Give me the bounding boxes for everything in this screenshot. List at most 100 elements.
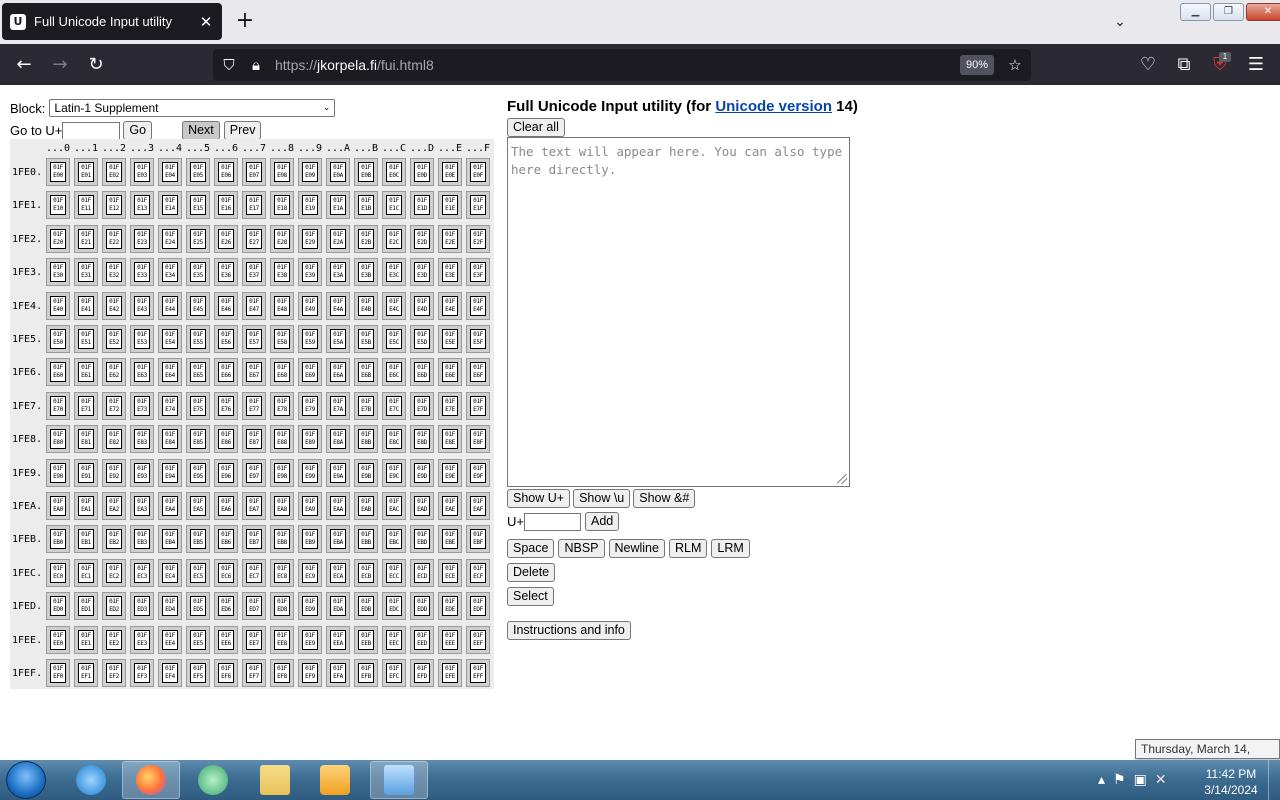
char-cell[interactable]: 01F EBC [382, 525, 406, 554]
char-cell[interactable]: 01F E24 [158, 224, 182, 253]
char-cell[interactable]: 01F E5B [354, 325, 378, 353]
char-cell[interactable]: 01F EAE [438, 492, 462, 520]
show-hidden-icons-icon[interactable]: ▴ [1098, 772, 1105, 788]
char-cell[interactable]: 01F EA2 [102, 492, 126, 520]
char-cell[interactable]: 01F EDD [410, 592, 434, 621]
char-cell[interactable]: 01F E1F [466, 191, 490, 220]
char-cell[interactable]: 01F EF1 [74, 659, 98, 687]
char-cell[interactable]: 01F EC0 [46, 558, 70, 587]
char-cell[interactable]: 01F E59 [298, 325, 322, 353]
char-cell[interactable]: 01F E16 [214, 191, 238, 220]
char-cell[interactable]: 01F E4C [382, 291, 406, 320]
char-cell[interactable]: 01F E94 [158, 458, 182, 487]
char-cell[interactable]: 01F EA4 [158, 492, 182, 520]
char-cell[interactable]: 01F E63 [130, 358, 154, 387]
char-cell[interactable]: 01F E40 [46, 291, 70, 320]
char-cell[interactable]: 01F EF2 [102, 659, 126, 687]
menu-icon[interactable]: ☰ [1242, 51, 1270, 79]
char-cell[interactable]: 01F E07 [242, 158, 266, 186]
char-cell[interactable]: 01F EDC [382, 592, 406, 621]
char-cell[interactable]: 01F E66 [214, 358, 238, 387]
taskbar-app-ie[interactable] [62, 761, 120, 799]
char-cell[interactable]: 01F E46 [214, 291, 238, 320]
char-cell[interactable]: 01F E8A [326, 425, 350, 454]
space-button[interactable]: Space [507, 539, 555, 558]
go-button[interactable]: Go [123, 121, 153, 140]
clear-all-button[interactable]: Clear all [507, 118, 565, 137]
char-cell[interactable]: 01F E8F [466, 425, 490, 454]
char-cell[interactable]: 01F EEB [354, 625, 378, 654]
char-cell[interactable]: 01F E14 [158, 191, 182, 220]
nbsp-button[interactable]: NBSP [558, 539, 605, 558]
show-backslash-u-button[interactable]: Show \u [573, 489, 631, 508]
char-cell[interactable]: 01F E7C [382, 391, 406, 420]
char-cell[interactable]: 01F E71 [74, 391, 98, 420]
char-cell[interactable]: 01F EBB [354, 525, 378, 554]
char-cell[interactable]: 01F EDA [326, 592, 350, 621]
char-cell[interactable]: 01F E8B [354, 425, 378, 454]
char-cell[interactable]: 01F E45 [186, 291, 210, 320]
char-cell[interactable]: 01F EC6 [214, 558, 238, 587]
char-cell[interactable]: 01F EF5 [186, 659, 210, 687]
char-cell[interactable]: 01F E8D [410, 425, 434, 454]
close-window-icon[interactable]: ✕ [1246, 3, 1280, 21]
char-cell[interactable]: 01F E11 [74, 191, 98, 220]
char-cell[interactable]: 01F EC9 [298, 558, 322, 587]
char-cell[interactable]: 01F ED1 [74, 592, 98, 621]
char-cell[interactable]: 01F E9D [410, 458, 434, 487]
char-cell[interactable]: 01F E92 [102, 458, 126, 487]
char-cell[interactable]: 01F E49 [298, 291, 322, 320]
char-cell[interactable]: 01F EE9 [298, 625, 322, 654]
char-cell[interactable]: 01F E90 [46, 458, 70, 487]
char-cell[interactable]: 01F E5C [382, 325, 406, 353]
lrm-button[interactable]: LRM [711, 539, 750, 558]
char-cell[interactable]: 01F EAC [382, 492, 406, 520]
rlm-button[interactable]: RLM [668, 539, 708, 558]
char-cell[interactable]: 01F E5A [326, 325, 350, 353]
char-cell[interactable]: 01F EA0 [46, 492, 70, 520]
delete-button[interactable]: Delete [507, 563, 556, 582]
char-cell[interactable]: 01F E2F [466, 224, 490, 253]
char-cell[interactable]: 01F E08 [270, 158, 294, 186]
char-cell[interactable]: 01F E3D [410, 258, 434, 287]
char-cell[interactable]: 01F E09 [298, 158, 322, 186]
char-cell[interactable]: 01F ECC [382, 558, 406, 587]
char-cell[interactable]: 01F EA1 [74, 492, 98, 520]
char-cell[interactable]: 01F E38 [270, 258, 294, 287]
char-cell[interactable]: 01F E2E [438, 224, 462, 253]
char-cell[interactable]: 01F E56 [214, 325, 238, 353]
newline-button[interactable]: Newline [608, 539, 665, 558]
char-cell[interactable]: 01F EB2 [102, 525, 126, 554]
char-cell[interactable]: 01F ECB [354, 558, 378, 587]
taskbar-app-firefox[interactable] [122, 761, 180, 799]
char-cell[interactable]: 01F EE5 [186, 625, 210, 654]
char-cell[interactable]: 01F E7E [438, 391, 462, 420]
char-cell[interactable]: 01F E22 [102, 224, 126, 253]
char-cell[interactable]: 01F E51 [74, 325, 98, 353]
char-cell[interactable]: 01F EA3 [130, 492, 154, 520]
char-cell[interactable]: 01F E4D [410, 291, 434, 320]
url-text[interactable]: https://jkorpela.fi/fui.html8 [275, 57, 434, 73]
zoom-level-badge[interactable]: 90% [960, 55, 994, 75]
char-cell[interactable]: 01F E44 [158, 291, 182, 320]
char-cell[interactable]: 01F E3B [354, 258, 378, 287]
char-cell[interactable]: 01F EC1 [74, 558, 98, 587]
char-cell[interactable]: 01F E19 [298, 191, 322, 220]
char-cell[interactable]: 01F E79 [298, 391, 322, 420]
char-cell[interactable]: 01F EB9 [298, 525, 322, 554]
reload-icon[interactable]: ↻ [82, 51, 110, 79]
char-cell[interactable]: 01F E3A [326, 258, 350, 287]
char-cell[interactable]: 01F EBE [438, 525, 462, 554]
action-center-flag-icon[interactable]: ⚑ [1113, 772, 1126, 788]
char-cell[interactable]: 01F E75 [186, 391, 210, 420]
char-cell[interactable]: 01F ED8 [270, 592, 294, 621]
char-cell[interactable]: 01F E9E [438, 458, 462, 487]
char-cell[interactable]: 01F E0B [354, 158, 378, 186]
char-cell[interactable]: 01F E74 [158, 391, 182, 420]
char-cell[interactable]: 01F EAA [326, 492, 350, 520]
taskbar-app-chat[interactable] [184, 761, 242, 799]
char-cell[interactable]: 01F E4F [466, 291, 490, 320]
char-cell[interactable]: 01F EE6 [214, 625, 238, 654]
char-cell[interactable]: 01F E64 [158, 358, 182, 387]
char-cell[interactable]: 01F E62 [102, 358, 126, 387]
